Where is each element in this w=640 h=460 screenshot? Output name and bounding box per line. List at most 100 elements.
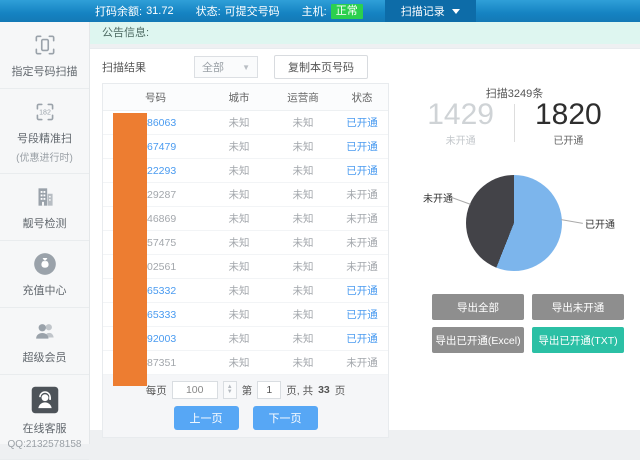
balance-info: 打码余额: 31.72 <box>95 3 174 19</box>
city-cell: 未知 <box>228 237 250 249</box>
sidebar-item-label: 号段精准扫 <box>17 133 72 145</box>
carrier-cell: 未知 <box>292 333 314 345</box>
sidebar-item-sublabel: (优惠进行时) <box>16 153 73 164</box>
carrier-cell: 未知 <box>292 189 314 201</box>
pie-leader-line-right <box>561 219 583 224</box>
total-pages: 33 <box>318 384 330 396</box>
topbar: 打码余额: 31.72 状态: 可提交号码 主机: 正常 扫描记录 <box>0 0 640 22</box>
page-mid: 页, 共 <box>286 384 314 397</box>
sidebar-item-vip[interactable]: 超级会员 <box>0 308 89 375</box>
building-icon <box>38 188 53 206</box>
status-cell: 未开通 <box>346 237 378 249</box>
pie-chart <box>466 175 562 271</box>
result-filter-select[interactable]: 全部 ▼ <box>194 56 258 78</box>
carrier-cell: 未知 <box>292 141 314 153</box>
column-header-carrier: 运营商 <box>287 91 319 104</box>
carrier-cell: 未知 <box>292 117 314 129</box>
sidebar-item-qq: QQ:2132578158 <box>7 439 82 450</box>
table-header: 号码 城市 运营商 状态 <box>103 84 388 111</box>
status-cell: 未开通 <box>346 261 378 273</box>
status-value: 可提交号码 <box>224 6 280 18</box>
carrier-cell: 未知 <box>292 357 314 369</box>
status-info: 状态: 可提交号码 <box>196 3 280 19</box>
page-prefix: 第 <box>241 384 253 397</box>
copy-page-numbers-button[interactable]: 复制本页号码 <box>274 55 368 79</box>
redaction-overlay <box>113 113 147 386</box>
sidebar-item-segment-scan[interactable]: 182 号段精准扫 (优惠进行时) <box>0 89 89 174</box>
unopened-count: 1429 <box>427 98 494 131</box>
city-cell: 未知 <box>228 261 250 273</box>
per-page-label: 每页 <box>145 384 167 397</box>
carrier-cell: 未知 <box>292 309 314 321</box>
city-cell: 未知 <box>228 357 250 369</box>
export-button[interactable]: 导出全部 <box>432 294 524 320</box>
carrier-cell: 未知 <box>292 165 314 177</box>
opened-stat: 1820 已开通 <box>535 98 602 148</box>
sidebar-item-label: 超级会员 <box>22 352 67 364</box>
status-cell: 已开通 <box>346 165 378 177</box>
sidebar-item-label: 指定号码扫描 <box>11 66 78 78</box>
status-cell: 已开通 <box>346 309 378 321</box>
sidebar-item-label: 靓号检测 <box>22 218 67 230</box>
number-segment-scan-icon: 182 <box>36 103 53 121</box>
pie-label-opened: 已开通 <box>585 220 615 231</box>
city-cell: 未知 <box>228 189 250 201</box>
city-cell: 未知 <box>228 285 250 297</box>
status-cell: 未开通 <box>346 189 378 201</box>
balance-label: 打码余额: <box>95 6 143 18</box>
carrier-cell: 未知 <box>292 285 314 297</box>
sidebar: 指定号码扫描 182 号段精准扫 (优惠进行时) 靓号检测 充值中心 超级会员 … <box>0 22 90 460</box>
column-header-status: 状态 <box>351 91 373 104</box>
column-header-number: 号码 <box>145 91 166 104</box>
chevron-down-icon <box>451 8 460 14</box>
scan-records-label: 扫描记录 <box>400 6 445 18</box>
carrier-cell: 未知 <box>292 261 314 273</box>
scan-result-label: 扫描结果 <box>102 62 146 74</box>
customer-service-icon <box>31 386 58 414</box>
export-button[interactable]: 导出已开通(TXT) <box>532 327 624 353</box>
sidebar-item-customer-service[interactable]: 在线客服 QQ:2132578158 <box>0 375 89 460</box>
status-label: 状态: <box>195 6 221 18</box>
city-cell: 未知 <box>228 141 250 153</box>
sidebar-item-targeted-scan[interactable]: 指定号码扫描 <box>0 22 89 89</box>
opened-count: 1820 <box>535 98 602 131</box>
city-cell: 未知 <box>228 213 250 225</box>
status-cell: 未开通 <box>346 357 378 369</box>
host-info: 主机: 正常 <box>302 3 363 19</box>
column-header-city: 城市 <box>228 91 250 104</box>
announcement-label: 公告信息: <box>102 27 150 39</box>
export-button[interactable]: 导出已开通(Excel) <box>432 327 524 353</box>
export-button[interactable]: 导出未开通 <box>532 294 624 320</box>
per-page-stepper[interactable]: ▲ ▼ <box>222 381 237 399</box>
unopened-label: 未开通 <box>445 136 476 147</box>
status-cell: 已开通 <box>346 117 378 129</box>
sidebar-item-number-check[interactable]: 靓号检测 <box>0 174 89 241</box>
city-cell: 未知 <box>228 309 250 321</box>
sidebar-item-label: 充值中心 <box>22 285 67 297</box>
sidebar-item-recharge[interactable]: 充值中心 <box>0 241 89 308</box>
status-cell: 已开通 <box>346 333 378 345</box>
carrier-cell: 未知 <box>292 237 314 249</box>
opened-label: 已开通 <box>553 136 584 147</box>
members-icon <box>35 324 54 339</box>
prev-page-button[interactable]: 上一页 <box>173 406 239 430</box>
city-cell: 未知 <box>228 165 250 177</box>
next-page-button[interactable]: 下一页 <box>252 406 318 430</box>
carrier-cell: 未知 <box>292 213 314 225</box>
content-panel: 扫描结果 全部 ▼ 复制本页号码 号码 城市 运营商 状态 86063 未知 未… <box>90 48 640 438</box>
current-page-input[interactable]: 1 <box>257 381 282 399</box>
host-label: 主机: <box>301 6 327 18</box>
page-suffix: 页 <box>334 384 346 397</box>
per-page-input[interactable]: 100 <box>171 381 218 399</box>
pie-label-unopened: 未开通 <box>423 194 453 205</box>
balance-value: 31.72 <box>146 5 174 17</box>
money-bag-icon <box>33 253 56 275</box>
status-cell: 未开通 <box>346 213 378 225</box>
city-cell: 未知 <box>228 117 250 129</box>
sidebar-item-label: 在线客服 <box>22 423 67 435</box>
scan-frame-icon <box>35 35 54 55</box>
stat-divider <box>514 104 515 142</box>
main-area: 公告信息: 扫描结果 全部 ▼ 复制本页号码 号码 城市 运营商 状态 8606… <box>90 22 640 444</box>
stats-panel: 扫描3249条 1429 未开通 1820 已开通 未开通 已开通 导出全部 导… <box>389 83 640 429</box>
scan-records-menu[interactable]: 扫描记录 <box>384 0 476 22</box>
